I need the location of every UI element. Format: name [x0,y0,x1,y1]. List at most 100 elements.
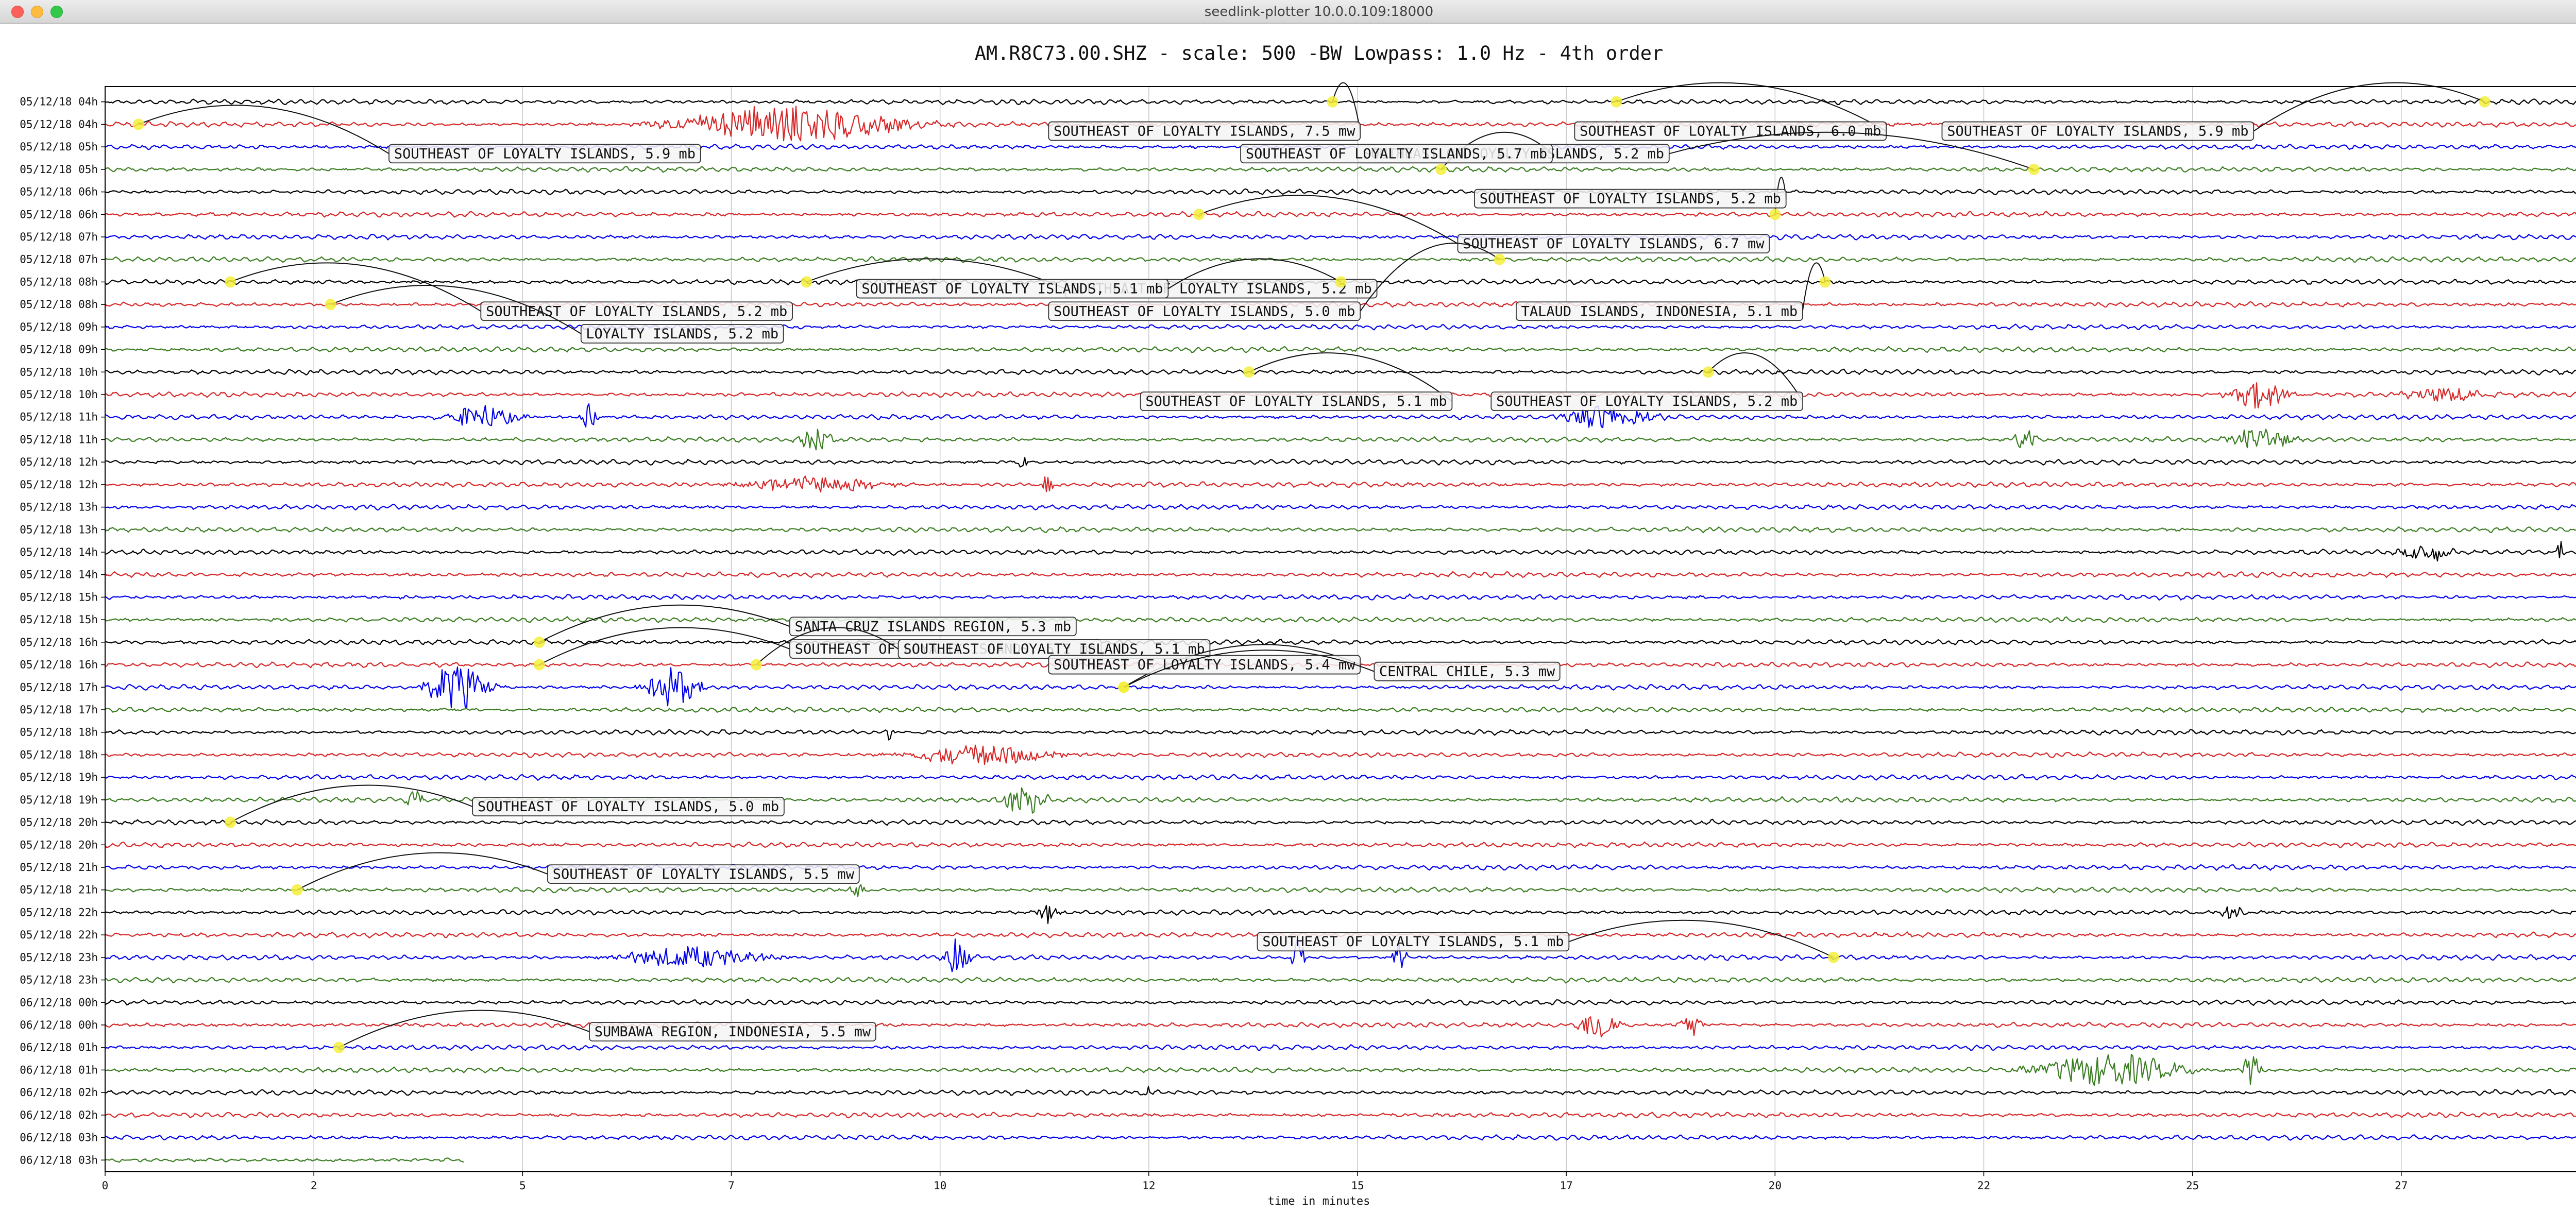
annotation-label: SOUTHEAST OF LOYALTY ISLANDS, 5.9 mb [1947,124,2248,140]
annotation-label: SOUTHEAST OF LOYALTY ISLANDS, 5.1 mb [1145,394,1447,409]
annotation-label: CENTRAL CHILE, 5.3 mw [1379,664,1555,680]
trace-line [105,1053,2576,1086]
trace-line [105,256,2576,263]
y-tick-label: 05/12/18 20h [20,839,98,851]
x-axis-label: time in minutes [1267,1195,1370,1208]
y-tick-label: 05/12/18 15h [20,613,98,626]
trace-line [105,818,2576,826]
y-tick-label: 05/12/18 16h [20,636,98,648]
y-tick-label: 06/12/18 01h [20,1064,98,1076]
event-marker [1118,681,1130,693]
y-tick-label: 05/12/18 11h [20,411,98,423]
trace-line [105,1016,2576,1038]
x-tick-label: 15 [1351,1179,1364,1192]
annotation-label: SUMBAWA REGION, INDONESIA, 5.5 mw [595,1024,871,1040]
trace-line [105,864,2576,871]
event-marker [1494,253,1505,265]
trace-line [105,904,2576,924]
y-tick-label: 05/12/18 13h [20,523,98,536]
event-marker [325,299,336,311]
event-marker [751,659,762,671]
y-tick-label: 05/12/18 06h [20,186,98,198]
x-tick-label: 20 [1769,1179,1782,1192]
event-marker [1435,163,1447,175]
y-tick-label: 05/12/18 22h [20,906,98,918]
event-marker [1827,951,1839,963]
trace-line [105,541,2576,562]
annotation-label: SANTA CRUZ ISLANDS REGION, 5.3 mb [795,619,1071,635]
trace-line [105,1134,2576,1141]
annotation-label: SOUTHEAST OF LOYALTY ISLANDS, 6.0 mb [1580,124,1881,140]
x-tick-label: 2 [311,1179,317,1192]
trace-line [105,999,2576,1006]
event-marker [225,816,236,828]
y-tick-label: 05/12/18 12h [20,478,98,491]
y-tick-label: 05/12/18 23h [20,951,98,964]
plot-frame [105,86,2576,1172]
annotation-label: SOUTHEAST OF LOYALTY ISLANDS, 5.9 mb [394,146,696,162]
trace-line [105,368,2576,375]
annotation-label: SOUTHEAST OF LOYALTY ISLANDS, 5.2 mb [1480,191,1781,207]
x-tick-label: 25 [2186,1179,2199,1192]
y-tick-label: 06/12/18 00h [20,1019,98,1031]
y-tick-label: 05/12/18 04h [20,96,98,108]
event-marker [1611,96,1622,108]
annotation-connector [539,627,790,665]
trace-line [105,593,2576,601]
y-tick-label: 05/12/18 11h [20,433,98,446]
trace-line [105,1086,2576,1096]
trace-line [105,1044,2576,1051]
trace-line [105,744,2576,765]
trace-line [105,706,2576,713]
event-marker [2479,96,2490,108]
annotation-label: SOUTHEAST OF LOYALTY ISLANDS, 5.0 mb [478,799,779,815]
trace-line [105,841,2576,848]
y-tick-label: 05/12/18 08h [20,298,98,311]
event-marker [333,1041,345,1053]
y-tick-label: 06/12/18 02h [20,1086,98,1099]
trace-group [105,98,2576,1163]
x-tick-labels: 0257101215172022252730 [102,1172,2408,1192]
trace-line [105,526,2576,534]
y-tick-label: 05/12/18 15h [20,591,98,603]
annotation-connector [338,1010,590,1048]
y-tick-label: 05/12/18 07h [20,231,98,243]
event-marker [1702,366,1714,378]
trace-line [105,475,2576,493]
annotation-label: SOUTHEAST OF LOYALTY ISLANDS, 5.2 mb [486,303,787,319]
annotation-label: SOUTHEAST OF LOYALTY ISLANDS, 7.5 mw [1054,124,1355,140]
x-tick-label: 7 [728,1179,735,1192]
y-tick-label: 06/12/18 02h [20,1109,98,1121]
trace-line [105,639,2576,646]
x-tick-label: 10 [934,1179,946,1192]
event-marker [533,659,545,671]
y-tick-labels: 05/12/18 04h 05/12/18 04h 05/12/18 05h 05/1… [20,96,105,1166]
event-marker [1819,276,1831,288]
event-annotations: SOUTHEAST OF LOYALTY ISLANDS, 7.5 mw SOUT… [132,82,2490,1053]
y-tick-label: 05/12/18 10h [20,366,98,378]
annotation-label: SOUTHEAST OF LOYALTY ISLANDS, 5.1 mb [1262,934,1564,950]
event-marker [1243,366,1255,378]
y-tick-label: 05/12/18 21h [20,861,98,874]
trace-line [105,977,2576,984]
y-tick-label: 05/12/18 04h [20,118,98,130]
y-tick-label: 05/12/18 13h [20,501,98,514]
y-tick-label: 05/12/18 12h [20,456,98,468]
annotation-connector [230,784,473,823]
y-tick-label: 06/12/18 00h [20,996,98,1008]
annotation-label: SOUTHEAST OF LOYALTY ISLANDS, 5.1 mb [861,281,1163,297]
x-tick-label: 17 [1560,1179,1573,1192]
y-tick-label: 05/12/18 22h [20,929,98,941]
event-marker [132,118,144,130]
annotation-label: SOUTHEAST OF LOYALTY ISLANDS, 6.7 mw [1463,236,1765,252]
trace-line [105,429,2576,451]
x-tick-label: 27 [2395,1179,2408,1192]
trace-line [105,616,2576,623]
event-marker [1335,276,1347,288]
trace-line [105,571,2576,578]
y-tick-label: 05/12/18 05h [20,163,98,176]
y-tick-label: 05/12/18 18h [20,748,98,761]
trace-line [105,457,2576,468]
trace-line [105,346,2576,353]
y-tick-label: 06/12/18 03h [20,1132,98,1144]
